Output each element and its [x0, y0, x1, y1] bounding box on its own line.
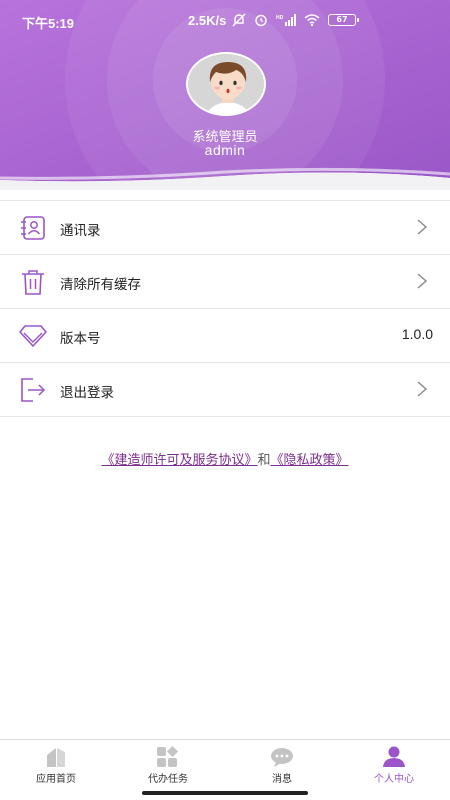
tab-label-home: 应用首页 [36, 774, 76, 785]
profile-page: 下午5:19 2.5K/s HD 67 系统管理员 admin 通讯录 清除所有… [0, 0, 450, 800]
tab-label-messages: 消息 [272, 774, 292, 785]
version-value: 1.0.0 [401, 326, 433, 342]
hd-signal-icon: HD [276, 14, 296, 26]
status-time: 下午5:19 [22, 16, 75, 31]
profile-username: admin [204, 142, 246, 158]
tab-label-tasks: 代办任务 [148, 774, 188, 785]
menu-item-contacts[interactable]: 通讯录 [0, 201, 450, 255]
license-agreement-link[interactable]: 《建造师许可及服务协议》 [101, 453, 257, 468]
menu-label-logout: 退出登录 [60, 385, 114, 401]
tab-home[interactable]: 应用首页 [0, 740, 112, 790]
tab-label-profile: 个人中心 [374, 774, 414, 785]
menu-item-version: 版本号 1.0.0 [0, 309, 450, 363]
chevron-right-icon [417, 381, 428, 397]
home-icon [47, 748, 65, 767]
tab-messages[interactable]: 消息 [226, 740, 338, 790]
tasks-icon [157, 746, 178, 767]
tab-tasks[interactable]: 代办任务 [112, 740, 224, 790]
chevron-right-icon [417, 273, 428, 289]
wifi-icon [304, 14, 320, 27]
privacy-policy-link[interactable]: 《隐私政策》 [271, 453, 349, 468]
tab-profile[interactable]: 个人中心 [338, 740, 450, 790]
contacts-icon [21, 216, 45, 240]
user-icon [383, 746, 405, 767]
avatar[interactable] [186, 52, 266, 116]
battery-icon: 67 [328, 14, 359, 26]
svg-text:HD: HD [276, 15, 284, 21]
menu-label-clear-cache: 清除所有缓存 [60, 277, 141, 293]
profile-header: 下午5:19 2.5K/s HD 67 系统管理员 admin [0, 0, 450, 190]
logout-icon [21, 378, 46, 402]
message-icon [271, 748, 293, 767]
menu-item-logout[interactable]: 退出登录 [0, 363, 450, 417]
agreement-links: 《建造师许可及服务协议》和《隐私政策》 [0, 449, 450, 468]
menu-label-contacts: 通讯录 [60, 223, 101, 239]
alarm-icon [255, 14, 267, 27]
status-icons: HD 67 [232, 12, 359, 28]
settings-menu: 通讯录 清除所有缓存 版本号 1.0.0 退出登录 [0, 200, 450, 417]
agreement-connector: 和 [257, 453, 271, 468]
network-speed: 2.5K/s [188, 13, 227, 28]
menu-item-clear-cache[interactable]: 清除所有缓存 [0, 255, 450, 309]
chevron-right-icon [417, 219, 428, 235]
home-indicator[interactable] [142, 791, 308, 795]
mute-bell-icon [232, 13, 246, 27]
diamond-icon [19, 325, 47, 347]
status-bar: 下午5:19 2.5K/s HD 67 [0, 0, 450, 40]
menu-label-version: 版本号 [60, 331, 101, 347]
trash-icon [22, 270, 44, 295]
